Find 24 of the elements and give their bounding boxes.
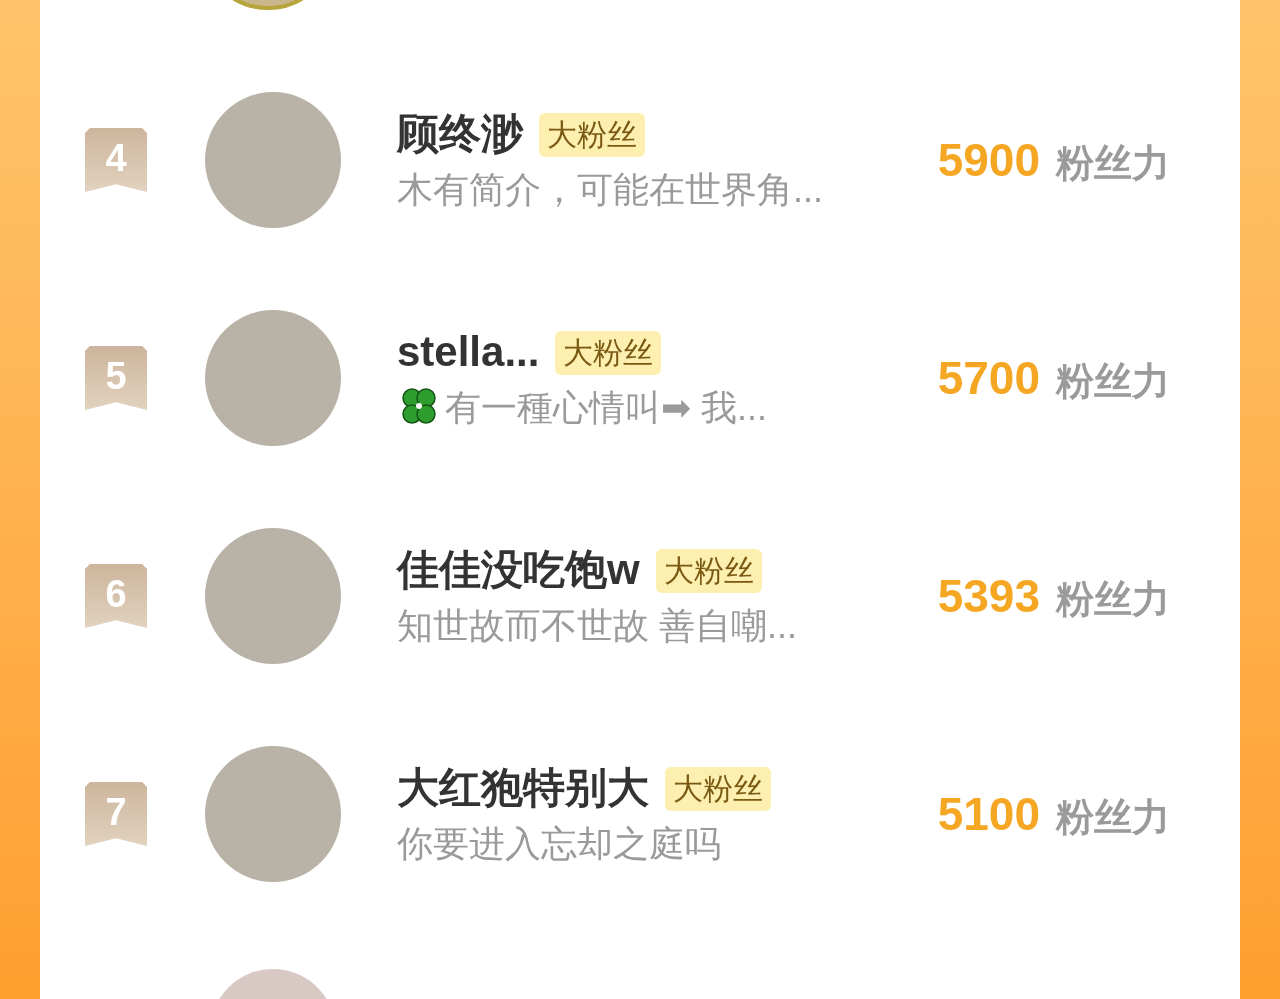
rank-badge: 4	[85, 128, 147, 192]
rank-badge: 5	[85, 346, 147, 410]
score-unit: 粉丝力	[1056, 140, 1170, 186]
user-bio: 知世故而不世故 善自嘲...	[397, 603, 797, 648]
user-bio: 有一種心情叫➡ 我...	[445, 385, 767, 430]
user-name: stella...	[397, 327, 540, 378]
user-name: 顾终渺	[397, 109, 523, 160]
fan-badge: 大粉丝	[665, 766, 771, 811]
user-name: 大红狍特别大	[397, 763, 649, 814]
score-unit: 粉丝力	[1056, 576, 1170, 622]
user-bio: 你要进入忘却之庭吗	[397, 821, 721, 866]
fan-badge: 大粉丝	[655, 548, 762, 593]
fan-badge: 大粉丝	[555, 330, 662, 375]
user-name: 佳佳没吃饱w	[397, 545, 640, 596]
fan-score: 5393	[937, 568, 1040, 624]
score-unit: 粉丝力	[1056, 794, 1170, 840]
fan-score: 5100	[937, 786, 1040, 842]
rank-badge: 6	[85, 564, 147, 628]
score-unit: 粉丝力	[1056, 358, 1170, 404]
fan-score: 5700	[937, 350, 1040, 406]
fan-score: 5900	[937, 132, 1040, 188]
user-bio: 木有简介，可能在世界角...	[397, 167, 823, 212]
fan-badge: 大粉丝	[539, 112, 645, 157]
rank-badge: 7	[85, 782, 147, 846]
